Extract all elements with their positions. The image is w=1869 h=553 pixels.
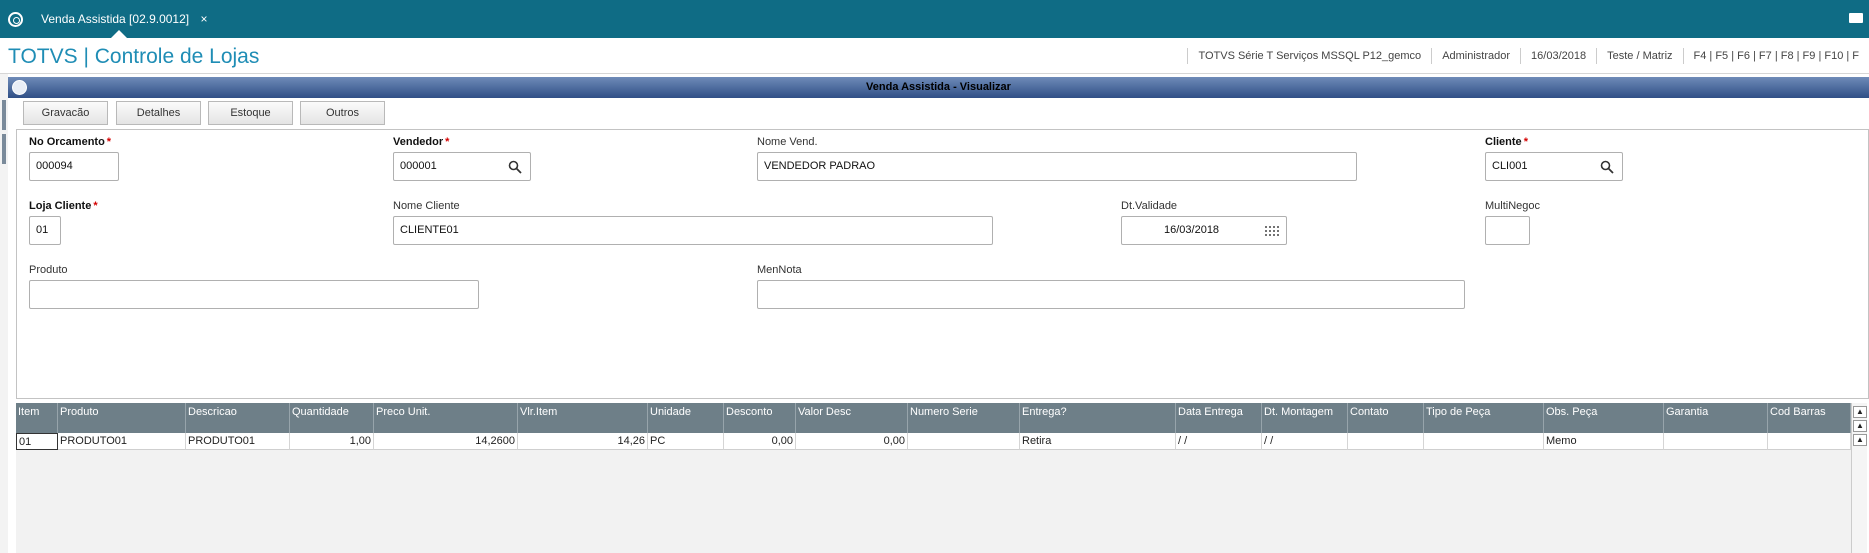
table-cell[interactable]: Retira bbox=[1020, 433, 1176, 450]
user-label: Administrador bbox=[1431, 48, 1520, 64]
search-icon[interactable] bbox=[1600, 160, 1614, 174]
tab-title: Venda Assistida [02.9.0012] bbox=[41, 12, 190, 26]
table-cell[interactable] bbox=[1424, 433, 1544, 450]
loja-cliente-label: Loja Cliente * bbox=[29, 200, 98, 212]
table-cell[interactable] bbox=[1768, 433, 1851, 450]
branch-label: Teste / Matriz bbox=[1596, 48, 1682, 64]
column-header[interactable]: Quantidade bbox=[290, 403, 374, 433]
column-header[interactable]: Entrega? bbox=[1020, 403, 1176, 433]
top-tab-bar: Venda Assistida [02.9.0012] × bbox=[0, 0, 1869, 38]
shortcuts-label: F4 | F5 | F6 | F7 | F8 | F9 | F10 | F bbox=[1682, 48, 1869, 64]
column-header[interactable]: Cod Barras bbox=[1768, 403, 1851, 433]
strip-marker bbox=[2, 100, 6, 130]
table-cell[interactable]: 1,00 bbox=[290, 433, 374, 450]
vendedor-field[interactable]: 000001 bbox=[393, 152, 531, 181]
table-cell[interactable] bbox=[1664, 433, 1768, 450]
items-grid: Item Produto Descricao Quantidade Preco … bbox=[16, 403, 1851, 553]
orcamento-field[interactable]: 000094 bbox=[29, 152, 119, 181]
tab-indicator bbox=[111, 30, 127, 38]
window-title: Venda Assistida - Visualizar bbox=[866, 81, 1011, 93]
column-header[interactable]: Obs. Peça bbox=[1544, 403, 1664, 433]
table-cell[interactable]: PC bbox=[648, 433, 724, 450]
tab-venda-assistida[interactable]: Venda Assistida [02.9.0012] × bbox=[33, 8, 207, 30]
left-strip bbox=[0, 74, 8, 553]
scroll-top-icon[interactable]: ▲ bbox=[1853, 406, 1867, 418]
close-icon[interactable]: × bbox=[200, 12, 207, 26]
stock-button[interactable]: Estoque bbox=[208, 101, 293, 125]
cliente-value: CLI001 bbox=[1492, 160, 1528, 172]
column-header[interactable]: Valor Desc bbox=[796, 403, 908, 433]
scroll-up-icon[interactable]: ▲ bbox=[1853, 434, 1867, 446]
refresh-icon[interactable] bbox=[8, 12, 23, 27]
multinegoc-field[interactable] bbox=[1485, 216, 1530, 245]
table-cell[interactable]: 14,2600 bbox=[374, 433, 518, 450]
column-header[interactable]: Desconto bbox=[724, 403, 796, 433]
nome-cliente-label: Nome Cliente bbox=[393, 200, 460, 212]
search-icon[interactable] bbox=[508, 160, 522, 174]
column-header[interactable]: Data Entrega bbox=[1176, 403, 1262, 433]
status-bar: TOTVS Série T Serviços MSSQL P12_gemco A… bbox=[1187, 48, 1869, 64]
table-cell[interactable]: / / bbox=[1176, 433, 1262, 450]
column-header[interactable]: Numero Serie bbox=[908, 403, 1020, 433]
vendedor-value: 000001 bbox=[400, 160, 437, 172]
table-cell[interactable]: Memo bbox=[1544, 433, 1664, 450]
grid-scrollbar[interactable]: ▲ ▲ ▲ bbox=[1851, 403, 1867, 553]
environment-label: TOTVS Série T Serviços MSSQL P12_gemco bbox=[1187, 48, 1431, 64]
table-cell[interactable]: / / bbox=[1262, 433, 1348, 450]
column-header[interactable]: Descricao bbox=[186, 403, 290, 433]
column-header[interactable]: Item bbox=[16, 403, 58, 433]
orcamento-label: No Orcamento * bbox=[29, 136, 112, 148]
mennota-label: MenNota bbox=[757, 264, 802, 276]
dt-validade-field[interactable]: 16/03/2018 bbox=[1121, 216, 1287, 245]
save-button[interactable]: Gravacão bbox=[23, 101, 108, 125]
table-cell[interactable]: 0,00 bbox=[724, 433, 796, 450]
table-cell[interactable]: PRODUTO01 bbox=[58, 433, 186, 450]
action-toolbar: Gravacão Detalhes Estoque Outros bbox=[8, 98, 1869, 128]
strip-marker bbox=[2, 134, 6, 164]
table-cell[interactable]: 0,00 bbox=[796, 433, 908, 450]
loja-cliente-field[interactable]: 01 bbox=[29, 216, 61, 245]
nome-vend-label: Nome Vend. bbox=[757, 136, 818, 148]
column-header[interactable]: Vlr.Item bbox=[518, 403, 648, 433]
dt-validade-label: Dt.Validade bbox=[1121, 200, 1178, 212]
cliente-label: Cliente * bbox=[1485, 136, 1528, 148]
table-cell[interactable]: 14,26 bbox=[518, 433, 648, 450]
window-icon bbox=[12, 80, 27, 95]
details-button[interactable]: Detalhes bbox=[116, 101, 201, 125]
date-label: 16/03/2018 bbox=[1520, 48, 1596, 64]
produto-field[interactable] bbox=[29, 280, 479, 309]
app-title: TOTVS | Controle de Lojas bbox=[8, 45, 260, 68]
table-cell[interactable] bbox=[1348, 433, 1424, 450]
column-header[interactable]: Produto bbox=[58, 403, 186, 433]
produto-label: Produto bbox=[29, 264, 68, 276]
multinegoc-label: MultiNegoc bbox=[1485, 200, 1541, 212]
dt-validade-value: 16/03/2018 bbox=[1164, 224, 1220, 236]
column-header[interactable]: Dt. Montagem bbox=[1262, 403, 1348, 433]
app-header: TOTVS | Controle de Lojas TOTVS Série T … bbox=[0, 38, 1869, 74]
mennota-field[interactable] bbox=[757, 280, 1465, 309]
scroll-page-up-icon[interactable]: ▲ bbox=[1853, 420, 1867, 432]
vendedor-label: Vendedor * bbox=[393, 136, 450, 148]
column-header[interactable]: Garantia bbox=[1664, 403, 1768, 433]
column-header[interactable]: Preco Unit. bbox=[374, 403, 518, 433]
table-cell[interactable]: 01 bbox=[16, 433, 58, 450]
calendar-icon[interactable] bbox=[1264, 225, 1280, 237]
column-header[interactable]: Tipo de Peça bbox=[1424, 403, 1544, 433]
column-header[interactable]: Unidade bbox=[648, 403, 724, 433]
nome-cliente-field[interactable]: CLIENTE01 bbox=[393, 216, 993, 245]
cliente-field[interactable]: CLI001 bbox=[1485, 152, 1623, 181]
window-title-bar: Venda Assistida - Visualizar bbox=[8, 77, 1869, 98]
table-cell[interactable] bbox=[908, 433, 1020, 450]
mail-icon[interactable] bbox=[1849, 13, 1863, 23]
others-button[interactable]: Outros bbox=[300, 101, 385, 125]
nome-vend-field[interactable]: VENDEDOR PADRAO bbox=[757, 152, 1357, 181]
table-cell[interactable]: PRODUTO01 bbox=[186, 433, 290, 450]
form-panel: No Orcamento * 000094 Vendedor * 000001 No… bbox=[16, 129, 1869, 399]
column-header[interactable]: Contato bbox=[1348, 403, 1424, 433]
